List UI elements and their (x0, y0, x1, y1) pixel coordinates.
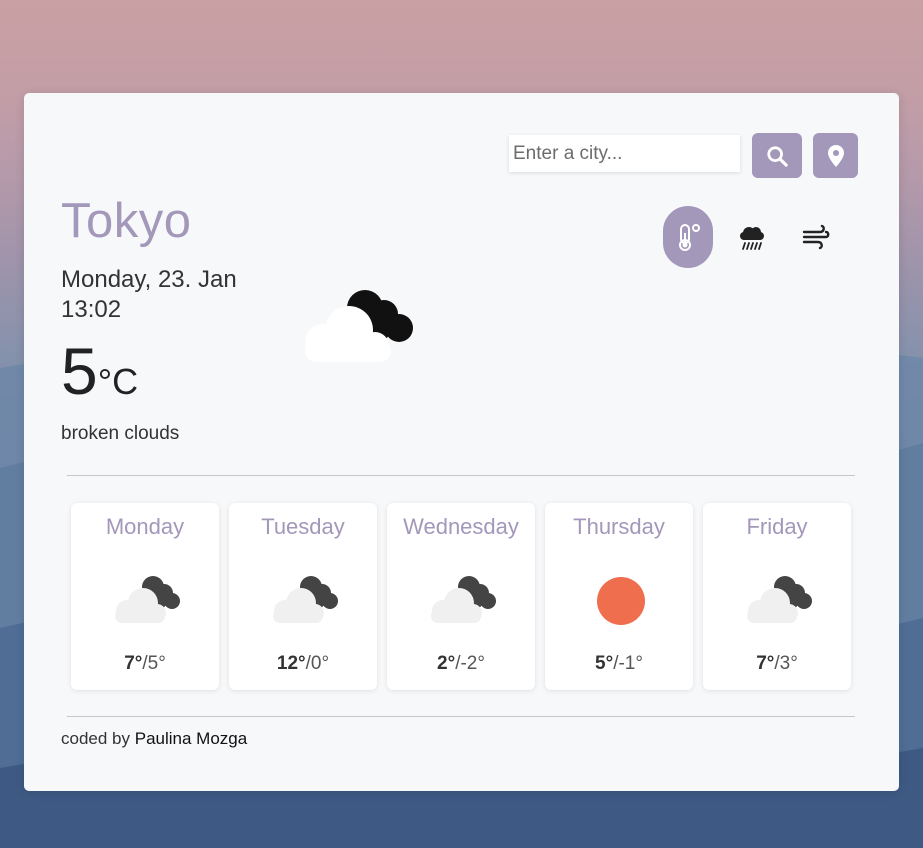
thermometer-icon (679, 224, 700, 251)
wind-mode-button[interactable] (791, 206, 841, 268)
current-time: 13:02 (61, 296, 122, 323)
search-icon (767, 145, 788, 167)
forecast-high: 7° (124, 653, 143, 674)
city-search-input[interactable] (509, 135, 740, 172)
divider (67, 716, 855, 717)
city-name: Tokyo (61, 194, 192, 248)
weather-description: broken clouds (61, 423, 180, 444)
forecast-high: 2° (437, 653, 456, 674)
temperature-value: 5 (61, 334, 98, 408)
forecast-day-name: Thursday (573, 514, 665, 539)
current-temperature: 5°C (61, 333, 138, 409)
current-datetime: Monday, 23. Jan 13:02 (61, 265, 237, 325)
broken-clouds-icon (273, 576, 338, 623)
forecast-low: /5° (142, 653, 166, 674)
forecast-high: 12° (276, 653, 306, 674)
forecast-day-name: Friday (746, 514, 808, 539)
author-link[interactable]: Paulina Mozga (135, 729, 247, 748)
forecast-temperature: 5°/-1° (545, 653, 693, 675)
broken-clouds-icon (747, 576, 812, 623)
forecast-low: /-1° (613, 653, 643, 674)
broken-clouds-icon (115, 576, 180, 623)
footer-credit: coded by Paulina Mozga (61, 729, 247, 749)
temperature-mode-button[interactable] (663, 206, 713, 268)
precipitation-mode-button[interactable] (727, 206, 777, 268)
current-date: Monday, 23. Jan (61, 266, 237, 293)
rain-cloud-icon (740, 227, 764, 250)
divider (67, 475, 855, 476)
forecast-day-card: Monday 7°/5° (71, 503, 219, 690)
forecast-low: /-2° (455, 653, 485, 674)
search-button[interactable] (752, 133, 802, 178)
forecast-temperature: 7°/5° (71, 653, 219, 675)
map-pin-icon (827, 144, 844, 167)
forecast-day-name: Monday (105, 514, 185, 539)
forecast-list: Monday 7°/5° Tuesday 12°/0° Wednesday 2°… (71, 503, 851, 690)
forecast-high: 7° (756, 653, 775, 674)
forecast-day-card: Friday 7°/3° (703, 503, 851, 690)
forecast-day-card: Tuesday 12°/0° (229, 503, 377, 690)
broken-clouds-icon (431, 576, 496, 623)
forecast-temperature: 7°/3° (703, 653, 851, 675)
forecast-low: /0° (305, 653, 330, 674)
forecast-day-card: Wednesday 2°/-2° (387, 503, 535, 690)
forecast-low: /3° (774, 653, 798, 674)
wind-icon (802, 224, 830, 250)
forecast-high: 5° (595, 653, 614, 674)
temperature-unit: °C (97, 361, 139, 402)
forecast-temperature: 12°/0° (229, 653, 377, 675)
current-location-button[interactable] (813, 133, 858, 178)
forecast-day-card: Thursday 5°/-1° (545, 503, 693, 690)
sun-icon (597, 577, 645, 625)
forecast-day-name: Tuesday (261, 514, 345, 539)
forecast-day-name: Wednesday (403, 514, 519, 539)
broken-clouds-icon (305, 290, 413, 362)
weather-card: Tokyo Monday, 23. Jan 13:02 5°C broken c… (24, 93, 899, 791)
footer-prefix: coded by (61, 729, 130, 748)
forecast-temperature: 2°/-2° (387, 653, 535, 675)
